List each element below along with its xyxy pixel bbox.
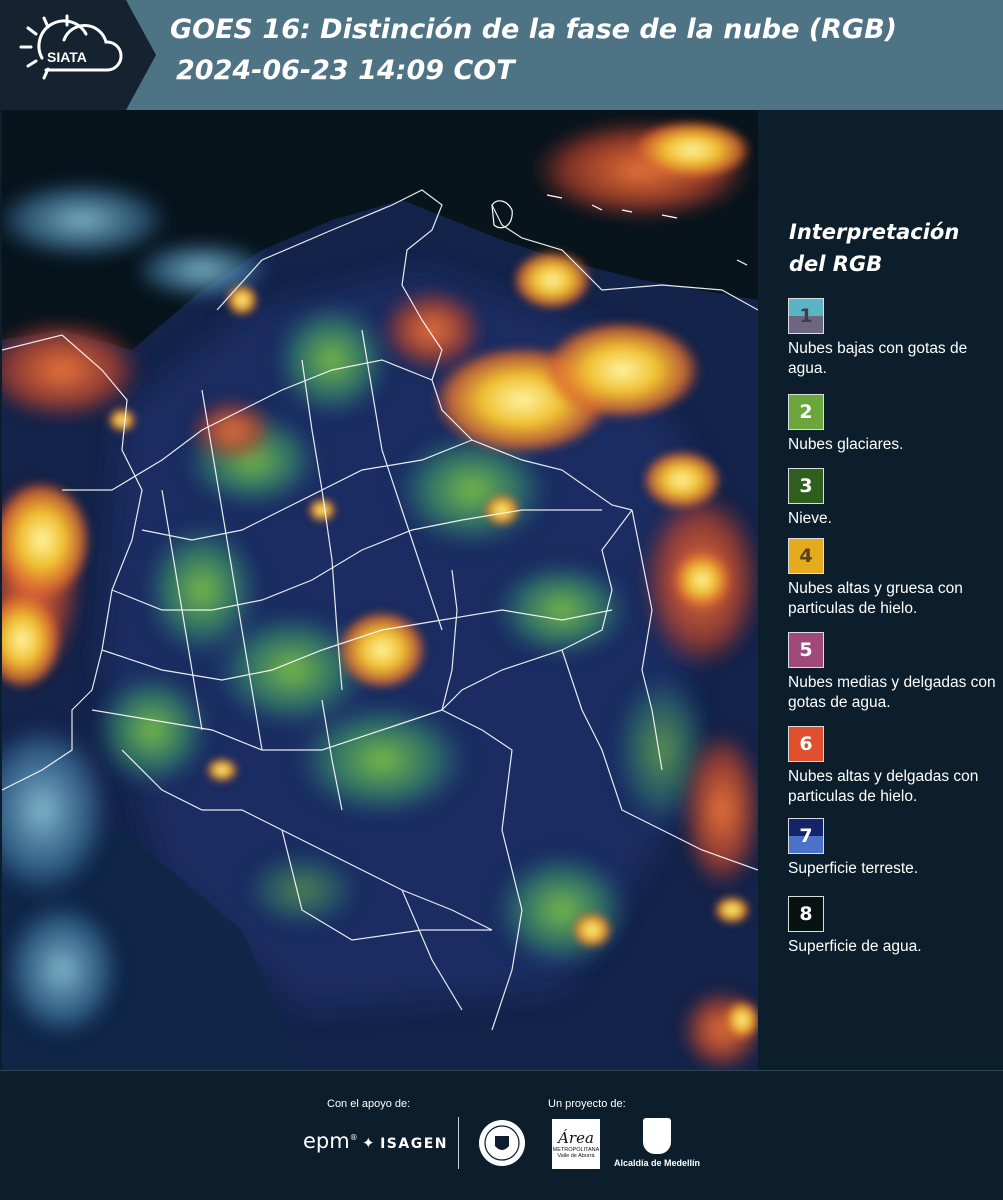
- alcaldia-shield-icon: [643, 1118, 671, 1154]
- legend-swatch-8: 8: [788, 896, 824, 932]
- legend-swatch-2: 2: [788, 394, 824, 430]
- alcaldia-medellin-logo: Alcaldía de Medellín: [612, 1118, 702, 1168]
- epm-logo: epm®: [303, 1129, 358, 1153]
- medellin-seal-logo: [477, 1118, 527, 1173]
- legend-item-3: 3 Nieve.: [788, 468, 1000, 529]
- legend-label-3: Nieve.: [788, 510, 832, 527]
- legend-item-1: 1 Nubes bajas con gotas de agua.: [788, 298, 1000, 379]
- rgb-legend: Interpretación del RGB 1 Nubes bajas con…: [758, 110, 1003, 1070]
- legend-label-6: Nubes altas y delgadas con particulas de…: [788, 768, 979, 805]
- legend-item-8: 8 Superficie de agua.: [788, 896, 1000, 957]
- siata-logo: SIATA: [0, 0, 156, 110]
- legend-label-5: Nubes medias y delgadas con gotas de agu…: [788, 674, 996, 711]
- legend-swatch-7: 7: [788, 818, 824, 854]
- area-metropolitana-logo: Área METROPOLITANA Valle de Aburrá: [552, 1119, 600, 1169]
- legend-label-2: Nubes glaciares.: [788, 436, 904, 453]
- header-bar: SIATA GOES 16: Distinción de la fase de …: [0, 0, 1003, 110]
- legend-swatch-3: 3: [788, 468, 824, 504]
- siata-logo-text: SIATA: [47, 49, 87, 65]
- isagen-mark-icon: ✦: [362, 1134, 377, 1152]
- legend-item-6: 6 Nubes altas y delgadas con particulas …: [788, 726, 1000, 807]
- legend-swatch-6: 6: [788, 726, 824, 762]
- legend-swatch-1: 1: [788, 298, 824, 334]
- legend-label-8: Superficie de agua.: [788, 938, 922, 955]
- legend-item-5: 5 Nubes medias y delgadas con gotas de a…: [788, 632, 1000, 713]
- footer-divider: [458, 1117, 459, 1169]
- legend-swatch-5: 5: [788, 632, 824, 668]
- legend-label-1: Nubes bajas con gotas de agua.: [788, 340, 968, 377]
- isagen-logo: ✦ ISAGEN: [362, 1134, 448, 1152]
- legend-item-4: 4 Nubes altas y gruesa con particulas de…: [788, 538, 1000, 619]
- page-title: GOES 16: Distinción de la fase de la nub…: [170, 14, 897, 45]
- legend-item-7: 7 Superficie terreste.: [788, 818, 1000, 879]
- timestamp: 2024-06-23 14:09 COT: [176, 55, 515, 86]
- legend-label-4: Nubes altas y gruesa con particulas de h…: [788, 580, 963, 617]
- legend-title: Interpretación del RGB: [789, 220, 960, 276]
- footer-sponsors: Con el apoyo de: Un proyecto de: epm® ✦ I…: [0, 1070, 1003, 1200]
- project-label: Un proyecto de:: [548, 1098, 626, 1110]
- support-label: Con el apoyo de:: [327, 1098, 411, 1110]
- legend-swatch-4: 4: [788, 538, 824, 574]
- legend-label-7: Superficie terreste.: [788, 860, 919, 877]
- satellite-rgb-map: [2, 110, 758, 1070]
- legend-item-2: 2 Nubes glaciares.: [788, 394, 1000, 455]
